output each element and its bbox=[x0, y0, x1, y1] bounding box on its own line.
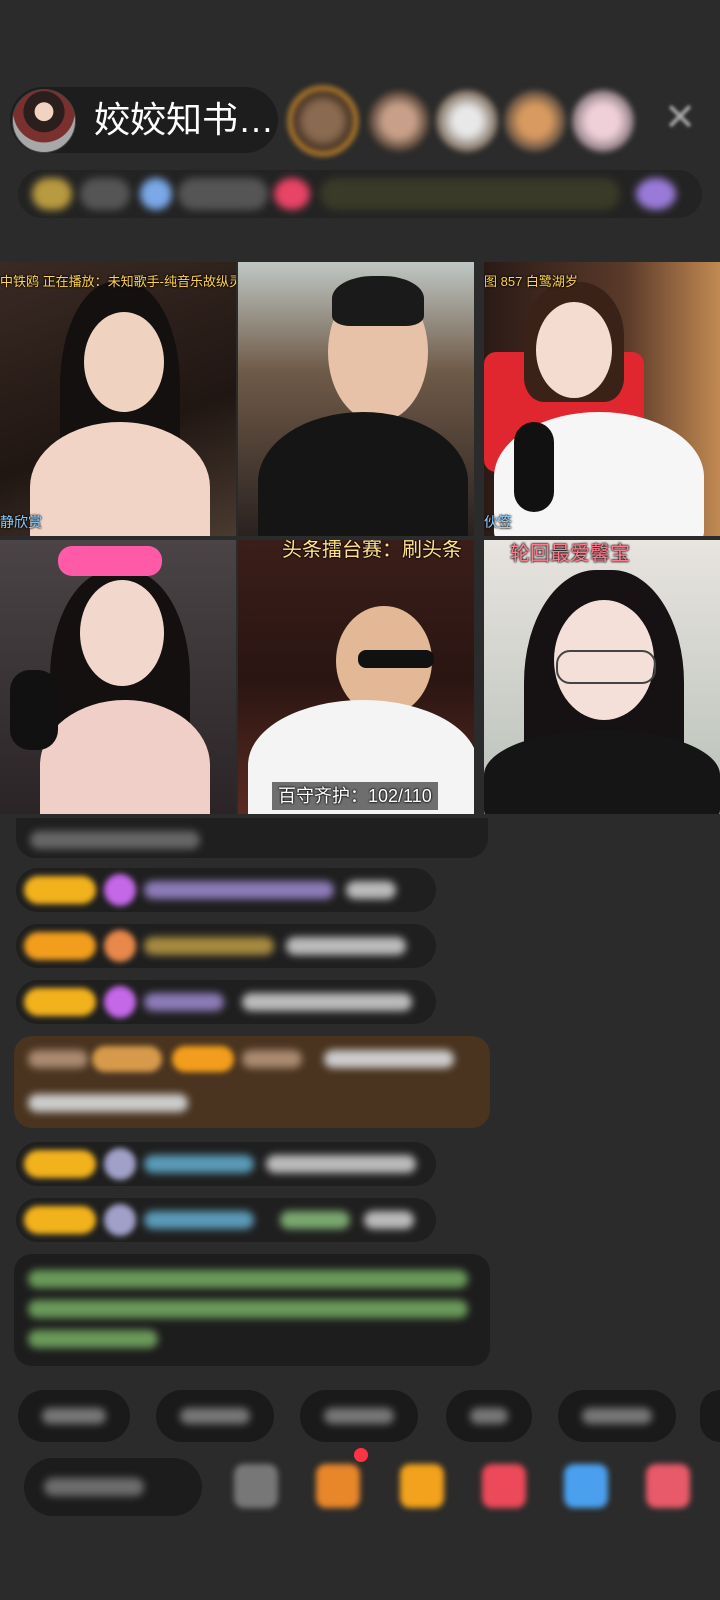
room-info-bar[interactable] bbox=[18, 170, 702, 218]
user-level-badge bbox=[24, 876, 96, 904]
more-icon[interactable] bbox=[646, 1464, 690, 1508]
viewer-avatar[interactable] bbox=[572, 90, 634, 152]
notification-dot bbox=[354, 1448, 368, 1462]
chat-message bbox=[16, 1198, 436, 1242]
comment-input[interactable] bbox=[24, 1458, 202, 1516]
host-avatar[interactable] bbox=[12, 89, 76, 153]
microphone bbox=[514, 422, 554, 512]
gift-box-icon[interactable] bbox=[316, 1464, 360, 1508]
user-icon bbox=[104, 1148, 136, 1180]
eyeglasses bbox=[556, 650, 656, 684]
game-icon[interactable] bbox=[564, 1464, 608, 1508]
viewer-avatar[interactable] bbox=[288, 86, 358, 156]
fan-badge bbox=[92, 1046, 162, 1072]
diamond-icon bbox=[104, 986, 136, 1018]
special-chat-message bbox=[14, 1036, 490, 1128]
diamond-icon bbox=[104, 874, 136, 906]
user-icon bbox=[104, 1204, 136, 1236]
host-name[interactable]: 姣姣知书… bbox=[94, 99, 274, 141]
seat-status-text: 中铁鸥 正在播放：未知歌手-纯音乐故纵灵感 bbox=[0, 274, 236, 289]
more-icon[interactable] bbox=[636, 178, 676, 210]
viewer-avatar[interactable] bbox=[436, 90, 498, 152]
multi-guest-video-grid: 中铁鸥 正在播放：未知歌手-纯音乐故纵灵感 静欣赏 图 857 白鹭湖岁 伙签 … bbox=[0, 262, 720, 814]
guest-face bbox=[80, 580, 164, 686]
guard-progress-text: 百守齐护：102/110 bbox=[272, 782, 438, 810]
user-level-badge bbox=[24, 932, 96, 960]
user-level-badge bbox=[24, 988, 96, 1016]
top-bar: 姣姣知书… ✕ bbox=[0, 80, 720, 160]
seat-status-text: 图 857 白鹭湖岁 bbox=[484, 274, 578, 289]
video-seat-2[interactable] bbox=[238, 262, 474, 536]
notice-marquee[interactable] bbox=[320, 178, 620, 210]
emoji-icon[interactable] bbox=[234, 1464, 278, 1508]
microphone bbox=[10, 670, 58, 750]
heart-icon[interactable] bbox=[482, 1464, 526, 1508]
rank-icon bbox=[32, 178, 72, 210]
sunglasses bbox=[358, 650, 434, 668]
quick-reply-chip[interactable] bbox=[446, 1390, 532, 1442]
pk-title-text: 头条擂台赛：刷头条 bbox=[282, 540, 462, 561]
chat-message bbox=[16, 980, 436, 1024]
rank-text bbox=[80, 178, 130, 210]
guest-face bbox=[84, 312, 164, 412]
video-seat-3[interactable]: 图 857 白鹭湖岁 伙签 bbox=[484, 262, 720, 536]
system-notice bbox=[14, 1254, 490, 1366]
seat-title-text: 轮回最爱馨宝 bbox=[510, 543, 630, 565]
guest-face bbox=[536, 302, 612, 398]
video-seat-1[interactable]: 中铁鸥 正在播放：未知歌手-纯音乐故纵灵感 静欣赏 bbox=[0, 262, 236, 536]
chat-message bbox=[16, 924, 436, 968]
viewer-avatar[interactable] bbox=[504, 90, 566, 152]
quick-reply-chip[interactable] bbox=[558, 1390, 676, 1442]
gift-icon bbox=[274, 178, 310, 210]
pink-mask-prop bbox=[58, 546, 162, 576]
user-level-badge bbox=[24, 1150, 96, 1178]
user-level-badge bbox=[172, 1046, 234, 1072]
video-seat-6[interactable]: 轮回最爱馨宝 bbox=[484, 540, 720, 814]
guest-body bbox=[484, 730, 720, 814]
hot-text bbox=[178, 178, 268, 210]
host-info-pill[interactable]: 姣姣知书… bbox=[10, 87, 278, 153]
guest-body bbox=[30, 422, 210, 536]
close-icon[interactable]: ✕ bbox=[660, 98, 700, 138]
chat-message bbox=[16, 1142, 436, 1186]
chat-message bbox=[16, 868, 436, 912]
quick-reply-chip[interactable] bbox=[700, 1390, 720, 1442]
hot-icon bbox=[140, 178, 172, 210]
seat-name-text: 伙签 bbox=[484, 514, 512, 530]
video-seat-4[interactable] bbox=[0, 540, 236, 814]
seat-name-text: 静欣赏 bbox=[0, 514, 42, 530]
quick-reply-chip[interactable] bbox=[300, 1390, 418, 1442]
medal-icon bbox=[104, 930, 136, 962]
chat-message bbox=[16, 818, 488, 858]
wallet-icon[interactable] bbox=[400, 1464, 444, 1508]
quick-reply-chip[interactable] bbox=[156, 1390, 274, 1442]
quick-reply-chip[interactable] bbox=[18, 1390, 130, 1442]
guest-body bbox=[258, 412, 468, 536]
video-seat-5[interactable]: 头条擂台赛：刷头条 百守齐护：102/110 bbox=[238, 540, 474, 814]
viewer-avatar[interactable] bbox=[368, 90, 430, 152]
user-level-badge bbox=[24, 1206, 96, 1234]
